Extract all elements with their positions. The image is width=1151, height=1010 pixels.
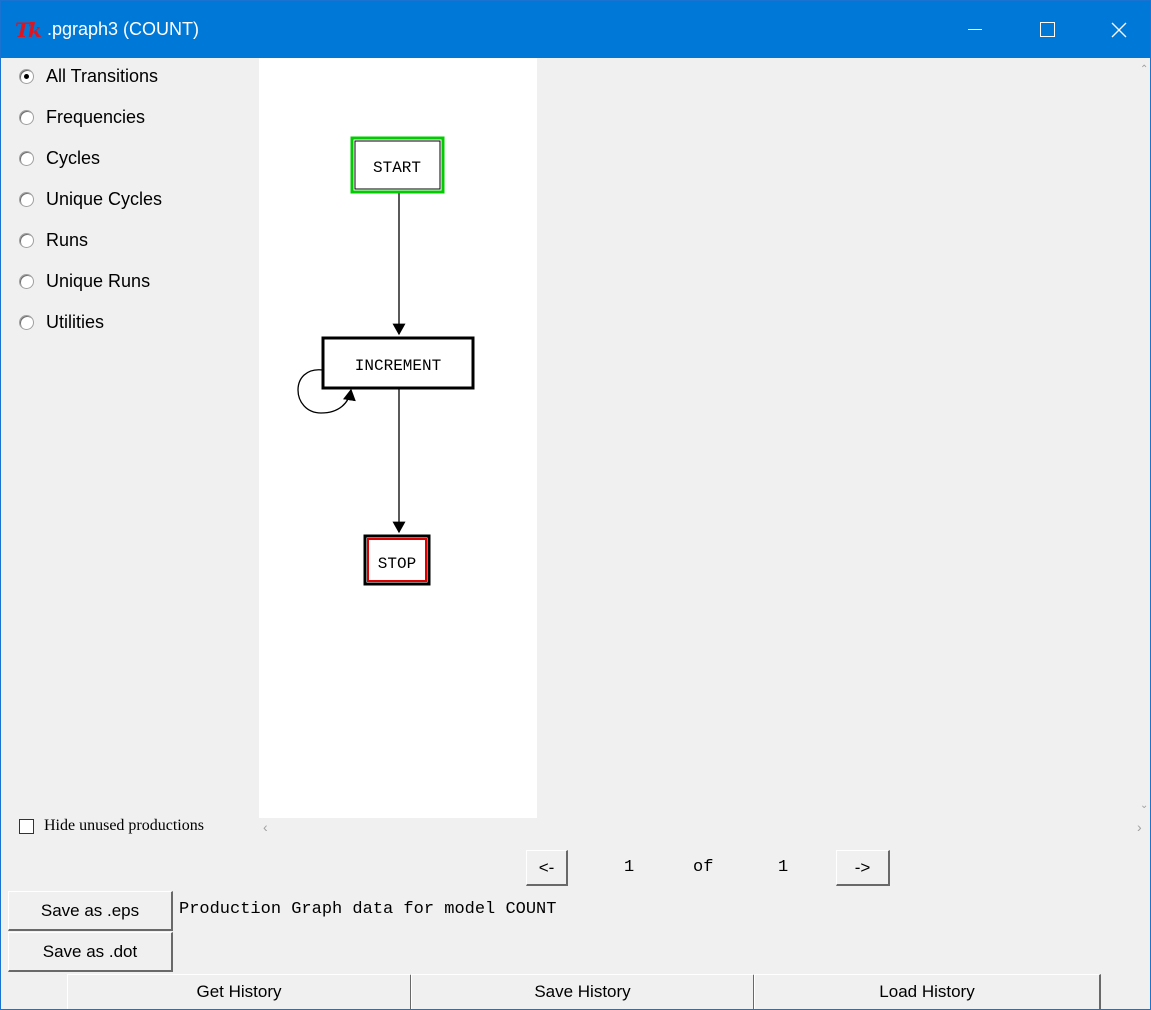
app-window: Tk .pgraph3 (COUNT) All Transitions Freq… xyxy=(0,0,1151,1010)
production-graph: START INCREMENT STOP xyxy=(297,136,475,586)
node-label: STOP xyxy=(378,555,416,573)
radio-indicator xyxy=(19,314,34,330)
radio-unique-runs[interactable]: Unique Runs xyxy=(19,269,150,293)
radio-runs[interactable]: Runs xyxy=(19,228,88,252)
radio-indicator xyxy=(19,232,34,248)
checkbox-indicator xyxy=(19,818,34,834)
radio-label: All Transitions xyxy=(46,65,159,86)
radio-indicator xyxy=(19,191,34,207)
minimize-icon xyxy=(968,29,982,30)
maximize-button[interactable] xyxy=(1018,1,1076,58)
save-history-button[interactable]: Save History xyxy=(411,974,755,1009)
status-text: Production Graph data for model COUNT xyxy=(179,900,557,919)
radio-all-transitions[interactable]: All Transitions xyxy=(19,64,158,88)
radio-indicator xyxy=(19,273,34,289)
next-page-button[interactable]: -> xyxy=(836,850,890,886)
checkbox-label: Hide unused productions xyxy=(44,817,204,834)
save-eps-button[interactable]: Save as .eps xyxy=(8,891,173,931)
tk-icon: Tk xyxy=(15,18,42,42)
scroll-right-icon[interactable]: › xyxy=(1137,819,1142,835)
node-increment[interactable]: INCREMENT xyxy=(321,336,475,390)
vertical-scrollbar[interactable]: ⌃ ⌄ xyxy=(1136,58,1150,818)
radio-unique-cycles[interactable]: Unique Cycles xyxy=(19,187,162,211)
title-bar: Tk .pgraph3 (COUNT) xyxy=(1,1,1150,58)
radio-frequencies[interactable]: Frequencies xyxy=(19,105,145,129)
scroll-down-icon[interactable]: ⌄ xyxy=(1140,800,1148,811)
radio-utilities[interactable]: Utilities xyxy=(19,310,104,334)
radio-label: Unique Cycles xyxy=(46,188,163,209)
graph-canvas[interactable]: START INCREMENT STOP xyxy=(259,58,537,818)
close-icon xyxy=(1111,22,1127,37)
radio-indicator xyxy=(19,150,34,166)
node-stop[interactable]: STOP xyxy=(363,534,431,586)
get-history-button[interactable]: Get History xyxy=(67,974,412,1009)
radio-label: Cycles xyxy=(46,147,101,168)
scroll-left-icon[interactable]: ‹ xyxy=(263,819,268,835)
radio-cycles[interactable]: Cycles xyxy=(19,146,100,170)
page-of-label: of xyxy=(693,858,714,877)
radio-label: Frequencies xyxy=(46,106,146,127)
prev-page-button[interactable]: <- xyxy=(526,850,568,886)
node-label: START xyxy=(373,159,421,177)
horizontal-scrollbar[interactable]: ‹ › xyxy=(259,819,1150,835)
canvas-empty-area xyxy=(537,58,1136,818)
page-current: 1 xyxy=(624,858,635,877)
radio-label: Unique Runs xyxy=(46,270,151,291)
save-dot-button[interactable]: Save as .dot xyxy=(8,932,173,972)
hide-unused-checkbox[interactable]: Hide unused productions xyxy=(19,817,204,835)
radio-indicator xyxy=(19,68,34,84)
radio-label: Runs xyxy=(46,229,89,250)
radio-label: Utilities xyxy=(46,311,105,332)
load-history-button[interactable]: Load History xyxy=(754,974,1101,1009)
window-title: .pgraph3 (COUNT) xyxy=(47,19,200,39)
page-total: 1 xyxy=(778,858,789,877)
radio-indicator xyxy=(19,109,34,125)
node-start[interactable]: START xyxy=(350,136,445,194)
node-label: INCREMENT xyxy=(355,357,441,375)
maximize-icon xyxy=(1039,22,1055,37)
scroll-up-icon[interactable]: ⌃ xyxy=(1140,64,1148,75)
minimize-button[interactable] xyxy=(946,1,1004,58)
close-button[interactable] xyxy=(1090,1,1148,58)
